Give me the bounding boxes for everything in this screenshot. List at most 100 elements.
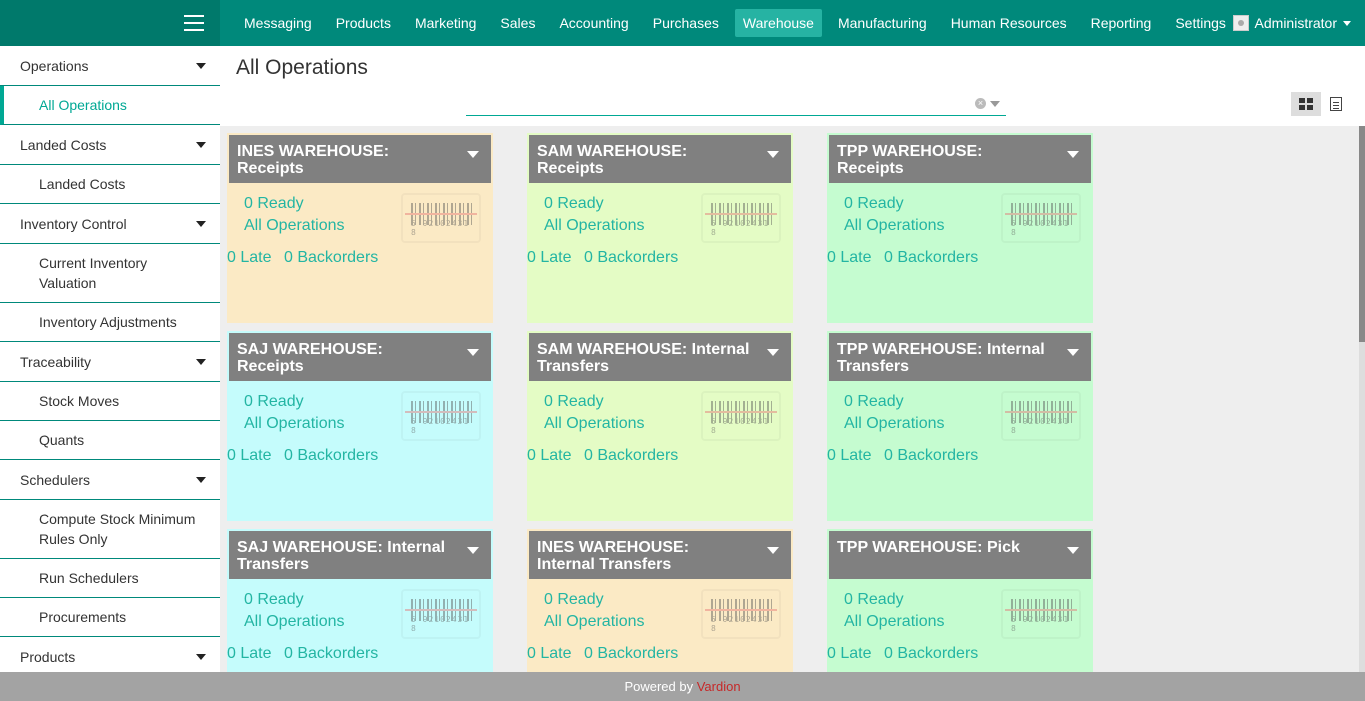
late-count-link[interactable]: 0 Late [227,249,271,267]
search-input[interactable] [466,92,946,114]
sidebar-item-inventory-adjustments[interactable]: Inventory Adjustments [0,303,220,342]
list-document-icon [1330,97,1342,111]
backorders-count-link[interactable]: 0 Backorders [884,249,978,267]
backorders-count-link[interactable]: 0 Backorders [284,249,378,267]
nav-item-settings[interactable]: Settings [1167,9,1234,37]
kanban-card[interactable]: TPP WAREHOUSE: Internal Transfers 0 Ready… [827,331,1093,521]
kanban-card[interactable]: INES WAREHOUSE: Internal Transfers 0 Read… [527,529,793,672]
all-operations-link[interactable]: All Operations [844,415,945,433]
vertical-scrollbar[interactable] [1359,126,1365,672]
late-count-link[interactable]: 0 Late [827,249,871,267]
sidebar-item-stock-moves[interactable]: Stock Moves [0,382,220,421]
sidebar-item-run-schedulers[interactable]: Run Schedulers [0,559,220,598]
search-options-dropdown-icon[interactable] [990,101,1000,107]
all-operations-link[interactable]: All Operations [544,613,645,631]
ready-count-link[interactable]: 0 Ready [544,195,604,213]
all-operations-link[interactable]: All Operations [244,415,345,433]
sidebar-item-current-inventory-valuation[interactable]: Current Inventory Valuation [0,244,220,303]
nav-item-warehouse[interactable]: Warehouse [734,9,822,37]
card-menu-caret-icon[interactable] [1067,547,1079,554]
ready-count-link[interactable]: 0 Ready [844,195,904,213]
backorders-count-link[interactable]: 0 Backorders [884,447,978,465]
all-operations-link[interactable]: All Operations [844,217,945,235]
barcode-scan-line [405,609,477,611]
kanban-card[interactable]: SAM WAREHOUSE: Internal Transfers 0 Ready… [527,331,793,521]
search-bar[interactable]: × [466,92,1006,116]
late-count-link[interactable]: 0 Late [527,249,571,267]
late-count-link[interactable]: 0 Late [227,447,271,465]
scrollbar-thumb[interactable] [1359,126,1365,342]
nav-item-sales[interactable]: Sales [492,9,543,37]
all-operations-link[interactable]: All Operations [244,613,345,631]
backorders-count-link[interactable]: 0 Backorders [584,447,678,465]
backorders-count-link[interactable]: 0 Backorders [584,645,678,663]
user-menu[interactable]: Administrator [1232,0,1351,46]
all-operations-link[interactable]: All Operations [844,613,945,631]
sidebar-item-compute-stock-minimum-rules-only[interactable]: Compute Stock Minimum Rules Only [0,500,220,559]
sidebar-section-inventory-control[interactable]: Inventory Control [0,204,220,244]
barcode-icon: 5 92102431 8 [701,391,781,441]
ready-count-link[interactable]: 0 Ready [844,393,904,411]
nav-item-messaging[interactable]: Messaging [236,9,320,37]
sidebar-item-quants[interactable]: Quants [0,421,220,460]
sidebar-section-landed-costs[interactable]: Landed Costs [0,125,220,165]
footer-brand-link[interactable]: Vardion [697,679,741,694]
late-count-link[interactable]: 0 Late [227,645,271,663]
barcode-icon: 5 92102431 8 [1001,391,1081,441]
clear-search-icon[interactable]: × [975,98,986,109]
sidebar-section-operations[interactable]: Operations [0,46,220,86]
card-menu-caret-icon[interactable] [467,151,479,158]
ready-count-link[interactable]: 0 Ready [244,591,304,609]
kanban-card[interactable]: SAJ WAREHOUSE: Receipts 0 Ready All Operat… [227,331,493,521]
nav-item-accounting[interactable]: Accounting [551,9,636,37]
ready-count-link[interactable]: 0 Ready [544,393,604,411]
kanban-view-button[interactable] [1291,92,1321,116]
hamburger-menu-icon[interactable] [184,15,204,31]
nav-item-reporting[interactable]: Reporting [1083,9,1160,37]
sidebar-item-all-operations[interactable]: All Operations [0,86,220,125]
card-menu-caret-icon[interactable] [1067,151,1079,158]
kanban-card[interactable]: TPP WAREHOUSE: Receipts 0 Ready All Operat… [827,133,1093,323]
nav-item-purchases[interactable]: Purchases [645,9,727,37]
nav-item-human-resources[interactable]: Human Resources [943,9,1075,37]
sidebar-item-landed-costs[interactable]: Landed Costs [0,165,220,204]
all-operations-link[interactable]: All Operations [244,217,345,235]
view-switcher [1291,92,1351,116]
backorders-count-link[interactable]: 0 Backorders [284,447,378,465]
ready-count-link[interactable]: 0 Ready [844,591,904,609]
backorders-count-link[interactable]: 0 Backorders [584,249,678,267]
sidebar-item-procurements[interactable]: Procurements [0,598,220,637]
backorders-count-link[interactable]: 0 Backorders [884,645,978,663]
nav-item-products[interactable]: Products [328,9,399,37]
sidebar-section-products[interactable]: Products [0,637,220,672]
list-view-button[interactable] [1321,92,1351,116]
ready-count-link[interactable]: 0 Ready [244,195,304,213]
late-count-link[interactable]: 0 Late [827,645,871,663]
barcode-number: 5 92102431 8 [411,417,470,435]
card-menu-caret-icon[interactable] [467,349,479,356]
chevron-down-icon [196,62,206,69]
nav-item-marketing[interactable]: Marketing [407,9,484,37]
kanban-card[interactable]: INES WAREHOUSE: Receipts 0 Ready All Opera… [227,133,493,323]
sidebar-section-traceability[interactable]: Traceability [0,342,220,382]
card-menu-caret-icon[interactable] [1067,349,1079,356]
all-operations-link[interactable]: All Operations [544,217,645,235]
card-menu-caret-icon[interactable] [767,151,779,158]
barcode-number: 5 92102431 8 [711,219,770,237]
sidebar-section-label: Traceability [20,353,92,370]
sidebar-section-schedulers[interactable]: Schedulers [0,460,220,500]
ready-count-link[interactable]: 0 Ready [244,393,304,411]
kanban-card[interactable]: TPP WAREHOUSE: Pick 0 Ready All Operations… [827,529,1093,672]
late-count-link[interactable]: 0 Late [527,447,571,465]
kanban-card[interactable]: SAJ WAREHOUSE: Internal Transfers 0 Ready… [227,529,493,672]
nav-item-manufacturing[interactable]: Manufacturing [830,9,935,37]
card-menu-caret-icon[interactable] [767,349,779,356]
backorders-count-link[interactable]: 0 Backorders [284,645,378,663]
late-count-link[interactable]: 0 Late [527,645,571,663]
card-menu-caret-icon[interactable] [767,547,779,554]
kanban-card[interactable]: SAM WAREHOUSE: Receipts 0 Ready All Operat… [527,133,793,323]
late-count-link[interactable]: 0 Late [827,447,871,465]
card-menu-caret-icon[interactable] [467,547,479,554]
ready-count-link[interactable]: 0 Ready [544,591,604,609]
all-operations-link[interactable]: All Operations [544,415,645,433]
